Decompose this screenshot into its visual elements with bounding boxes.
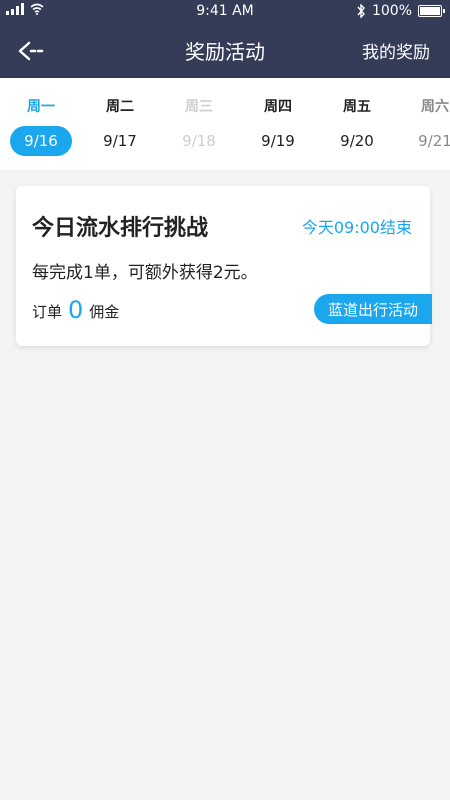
- day-tab-mon[interactable]: 周一 9/16: [6, 96, 76, 156]
- week-selector: 周一 9/16 周二 9/17 周三 9/18 周四 9/19 周五 9/20 …: [0, 78, 450, 171]
- day-name: 周三: [185, 99, 213, 115]
- day-tab-sat[interactable]: 周六 9/21: [400, 96, 450, 150]
- activity-description: 每完成1单，可额外获得2元。: [32, 263, 258, 283]
- status-right: 100%: [356, 3, 445, 19]
- day-name: 周一: [27, 99, 55, 115]
- nav-bar: 奖励活动 我的奖励: [0, 22, 450, 78]
- day-date: 9/18: [182, 132, 216, 150]
- day-tab-wed: 周三 9/18: [164, 96, 234, 150]
- back-arrow-icon: [18, 41, 44, 61]
- day-tab-fri[interactable]: 周五 9/20: [322, 96, 392, 150]
- day-tab-thu[interactable]: 周四 9/19: [243, 96, 313, 150]
- day-name: 周五: [343, 99, 371, 115]
- activity-title: 今日流水排行挑战: [32, 216, 209, 241]
- my-rewards-link[interactable]: 我的奖励: [362, 38, 430, 63]
- day-date: 9/19: [261, 132, 295, 150]
- status-bar: 9:41 AM 100%: [0, 0, 450, 22]
- day-name: 周六: [421, 99, 449, 115]
- bluetooth-icon: [357, 4, 365, 18]
- order-count: 0: [68, 296, 84, 324]
- day-date: 9/16: [10, 126, 72, 156]
- back-button[interactable]: [14, 34, 48, 68]
- activity-deadline: 今天09:00结束: [301, 218, 412, 237]
- top-bar: 9:41 AM 100% 奖励活动 我的奖励: [0, 0, 450, 78]
- activity-stats: 订单 0 佣金: [32, 298, 119, 322]
- day-name: 周二: [106, 99, 134, 115]
- day-date: 9/17: [103, 132, 137, 150]
- day-name: 周四: [264, 99, 292, 115]
- battery-percent: 100%: [371, 3, 412, 19]
- day-date: 9/20: [340, 132, 374, 150]
- battery-icon: [418, 5, 445, 17]
- day-tab-tue[interactable]: 周二 9/17: [85, 96, 155, 150]
- activity-card[interactable]: 今日流水排行挑战 今天09:00结束 每完成1单，可额外获得2元。 订单 0 佣…: [16, 186, 432, 346]
- activity-badge[interactable]: 蓝道出行活动: [313, 294, 432, 324]
- commission-label: 佣金: [89, 303, 120, 321]
- order-label: 订单: [32, 303, 63, 321]
- day-date: 9/21: [418, 132, 450, 150]
